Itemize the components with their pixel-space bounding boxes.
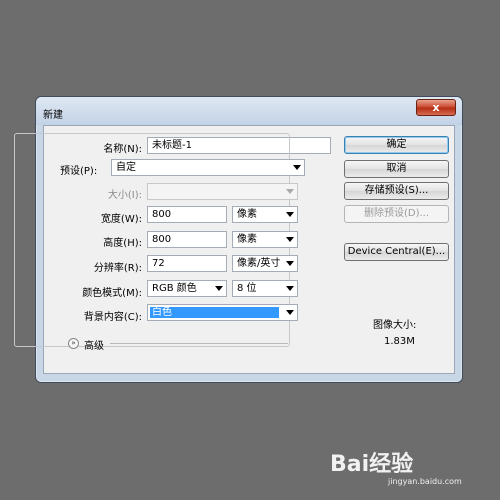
ok-button[interactable]: 确定 xyxy=(344,136,449,154)
chevron-down-icon xyxy=(293,165,301,170)
cancel-button[interactable]: 取消 xyxy=(344,160,449,178)
width-label: 宽度(W): xyxy=(100,214,142,225)
baidu-watermark-url: jingyan.baidu.com xyxy=(388,477,462,486)
color-mode-label: 颜色模式(M): xyxy=(82,288,142,299)
color-mode-value: RGB 颜色 xyxy=(152,283,197,294)
chevron-down-icon xyxy=(286,310,294,315)
device-central-button[interactable]: Device Central(E)... xyxy=(344,243,449,261)
background-select[interactable]: 白色 xyxy=(147,304,298,321)
bit-depth-value: 8 位 xyxy=(237,283,257,294)
dialog-title: 新建 xyxy=(43,110,63,121)
color-mode-select[interactable]: RGB 颜色 xyxy=(147,280,227,297)
chevron-down-icon xyxy=(286,261,294,266)
chevron-down-icon xyxy=(286,286,294,291)
resolution-unit-select[interactable]: 像素/英寸 xyxy=(232,255,298,272)
baidu-watermark-logo: Bai经验 xyxy=(330,452,414,477)
bit-depth-select[interactable]: 8 位 xyxy=(232,280,298,297)
preset-select[interactable]: 自定 xyxy=(111,159,305,176)
save-preset-button[interactable]: 存储预设(S)... xyxy=(344,182,449,200)
height-unit-select[interactable]: 像素 xyxy=(232,231,298,248)
height-label: 高度(H): xyxy=(103,238,142,249)
delete-preset-button: 删除预设(D)... xyxy=(344,205,449,223)
preset-label: 预设(P): xyxy=(60,166,98,177)
resolution-unit-value: 像素/英寸 xyxy=(237,258,281,269)
background-label: 背景内容(C): xyxy=(83,312,142,323)
resolution-input[interactable]: 72 xyxy=(147,255,227,272)
width-input[interactable]: 800 xyxy=(147,206,227,223)
preset-value: 自定 xyxy=(116,162,136,173)
double-chevron-down-icon[interactable]: » xyxy=(68,338,79,349)
chevron-down-icon xyxy=(286,189,294,194)
advanced-label[interactable]: 高级 xyxy=(84,337,104,352)
title-bar[interactable]: 新建 x xyxy=(36,97,462,125)
chevron-down-icon xyxy=(215,286,223,291)
background-value: 白色 xyxy=(150,307,279,318)
height-unit-value: 像素 xyxy=(237,234,257,245)
height-input[interactable]: 800 xyxy=(147,231,227,248)
image-size-value: 1.83M xyxy=(384,336,415,347)
width-unit-value: 像素 xyxy=(237,209,257,220)
chevron-down-icon xyxy=(286,237,294,242)
advanced-divider xyxy=(110,343,288,344)
width-unit-select[interactable]: 像素 xyxy=(232,206,298,223)
image-size-label: 图像大小: xyxy=(373,320,417,331)
chevron-down-icon xyxy=(286,212,294,217)
close-button[interactable]: x xyxy=(416,99,456,116)
size-label: 大小(I): xyxy=(107,190,142,201)
resolution-label: 分辨率(R): xyxy=(93,263,142,274)
size-select xyxy=(147,183,298,200)
